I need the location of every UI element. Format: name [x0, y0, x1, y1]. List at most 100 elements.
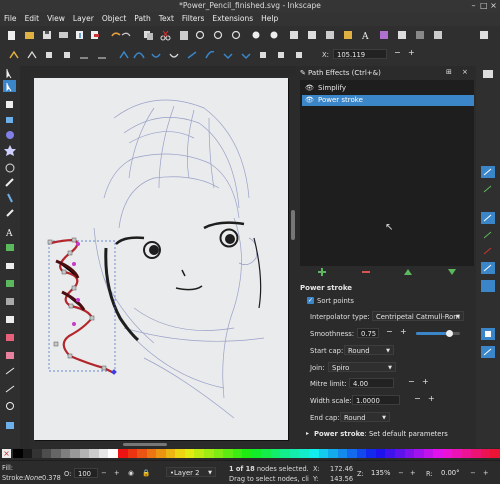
selector-tool-icon[interactable] [6, 69, 12, 79]
save-icon[interactable] [43, 31, 51, 39]
vertical-scroll-thumb[interactable] [291, 210, 295, 240]
minimize-icon[interactable]: – [470, 2, 477, 10]
start-cap-select[interactable]: Round ▼ [344, 345, 394, 355]
add-effect-icon[interactable] [318, 268, 326, 276]
cut-icon[interactable] [160, 30, 171, 41]
x-increment-button[interactable]: + [408, 48, 415, 57]
color-swatch[interactable] [184, 449, 195, 458]
color-swatch[interactable] [337, 449, 348, 458]
color-swatch[interactable] [394, 449, 405, 458]
export-icon[interactable] [91, 31, 99, 39]
color-swatch[interactable] [89, 449, 100, 458]
node-tool-icon[interactable] [3, 80, 16, 92]
menu-layer[interactable]: Layer [69, 12, 98, 23]
menu-path[interactable]: Path [130, 12, 154, 23]
color-swatch[interactable] [146, 449, 157, 458]
color-swatch[interactable] [442, 449, 453, 458]
color-palette[interactable]: × [0, 448, 500, 460]
interpolator-select[interactable]: Centripetal Catmull-Rom ▼ [372, 311, 464, 321]
connector-tool-icon[interactable] [5, 367, 15, 375]
color-swatch[interactable] [347, 449, 358, 458]
snap-nodes-icon[interactable] [481, 212, 495, 224]
pen-tool-icon[interactable] [7, 193, 13, 203]
zoom-page-icon[interactable] [231, 30, 241, 40]
mitre-increment-button[interactable]: + [422, 377, 429, 386]
color-swatch[interactable] [22, 449, 33, 458]
color-swatch[interactable] [375, 449, 386, 458]
show-handles-icon[interactable] [278, 52, 284, 58]
smoothness-input[interactable]: 0.75 [357, 328, 379, 338]
delete-node-icon[interactable] [27, 50, 37, 59]
color-swatch[interactable] [98, 449, 109, 458]
opacity-input[interactable]: 100 [74, 468, 98, 478]
show-transform-handles-icon[interactable] [260, 52, 266, 58]
mitre-decrement-button[interactable]: − [408, 377, 415, 386]
menu-filters[interactable]: Filters [178, 12, 208, 23]
set-defaults-expander[interactable]: Power stroke: Set default parameters [314, 430, 448, 438]
color-swatch[interactable] [404, 449, 415, 458]
layer-lock-icon[interactable]: 🔒 [142, 469, 150, 477]
horizontal-scroll-thumb[interactable] [123, 443, 167, 446]
move-up-icon[interactable] [404, 269, 412, 275]
opacity-decrement-button[interactable]: − [101, 469, 107, 477]
new-document-icon[interactable] [8, 31, 15, 40]
move-down-icon[interactable] [448, 269, 456, 275]
color-swatch[interactable] [165, 449, 176, 458]
stroke-value[interactable]: None [25, 474, 42, 482]
break-path-icon[interactable] [64, 52, 70, 58]
color-swatch[interactable] [356, 449, 367, 458]
color-swatch[interactable] [32, 449, 42, 458]
color-swatch[interactable] [289, 449, 300, 458]
color-swatch[interactable] [433, 449, 443, 458]
selected-node[interactable] [111, 369, 117, 375]
rotation-increment-button[interactable]: + [483, 469, 489, 477]
color-swatch[interactable] [385, 449, 396, 458]
ellipse-tool-icon[interactable] [6, 131, 14, 139]
spiral-tool-icon[interactable] [5, 163, 15, 173]
sort-points-checkbox[interactable]: ✓ [307, 297, 314, 304]
menu-object[interactable]: Object [98, 12, 130, 23]
group-icon[interactable] [308, 31, 316, 39]
close-icon[interactable]: × [490, 2, 497, 10]
eraser-tool-icon[interactable] [6, 263, 14, 269]
color-swatch[interactable] [299, 449, 310, 458]
visibility-eye-icon[interactable]: 👁 [305, 96, 314, 104]
fill-stroke-icon[interactable] [344, 31, 352, 39]
color-swatch[interactable] [490, 449, 500, 458]
rotation-decrement-button[interactable]: − [470, 469, 476, 477]
smoothness-increment-button[interactable]: + [400, 327, 407, 336]
segment-curve-icon[interactable] [205, 50, 215, 59]
color-swatch[interactable] [452, 449, 463, 458]
menu-edit[interactable]: Edit [21, 12, 44, 23]
rectangle-tool-icon[interactable] [6, 101, 13, 108]
color-swatch[interactable] [194, 449, 205, 458]
color-swatch[interactable] [328, 449, 338, 458]
print-icon[interactable] [59, 32, 68, 38]
measure-tool-icon[interactable] [5, 385, 15, 393]
snap-bbox-edges-icon[interactable] [483, 185, 492, 193]
gradient-tool-icon[interactable] [6, 316, 14, 323]
end-cap-select[interactable]: Round ▼ [340, 412, 390, 422]
join-select[interactable]: Spiro ▼ [328, 362, 396, 372]
menu-view[interactable]: View [43, 12, 69, 23]
color-swatch[interactable] [51, 449, 62, 458]
path-effects-tab-icon[interactable]: ✎ [300, 69, 306, 77]
node-smooth-icon[interactable] [133, 52, 145, 59]
segment-line-icon[interactable] [187, 51, 197, 59]
zoom-tool-icon[interactable] [6, 402, 14, 410]
layer-select[interactable]: •Layer 2 ▼ [166, 467, 216, 477]
menu-help[interactable]: Help [257, 12, 282, 23]
color-swatch[interactable] [309, 449, 319, 458]
menu-extensions[interactable]: Extensions [208, 12, 257, 23]
color-swatch[interactable] [108, 449, 119, 458]
color-swatch[interactable] [461, 449, 472, 458]
snap-intersections-icon[interactable] [483, 247, 492, 255]
dropper-tool-icon[interactable] [6, 352, 14, 359]
color-swatch[interactable] [471, 449, 482, 458]
color-swatch[interactable] [203, 449, 214, 458]
more-icon[interactable] [480, 31, 488, 39]
join-nodes-icon[interactable] [46, 52, 52, 58]
smoothness-slider-handle[interactable] [446, 330, 453, 337]
paste-icon[interactable] [180, 31, 188, 40]
insert-node-icon[interactable] [9, 50, 19, 59]
